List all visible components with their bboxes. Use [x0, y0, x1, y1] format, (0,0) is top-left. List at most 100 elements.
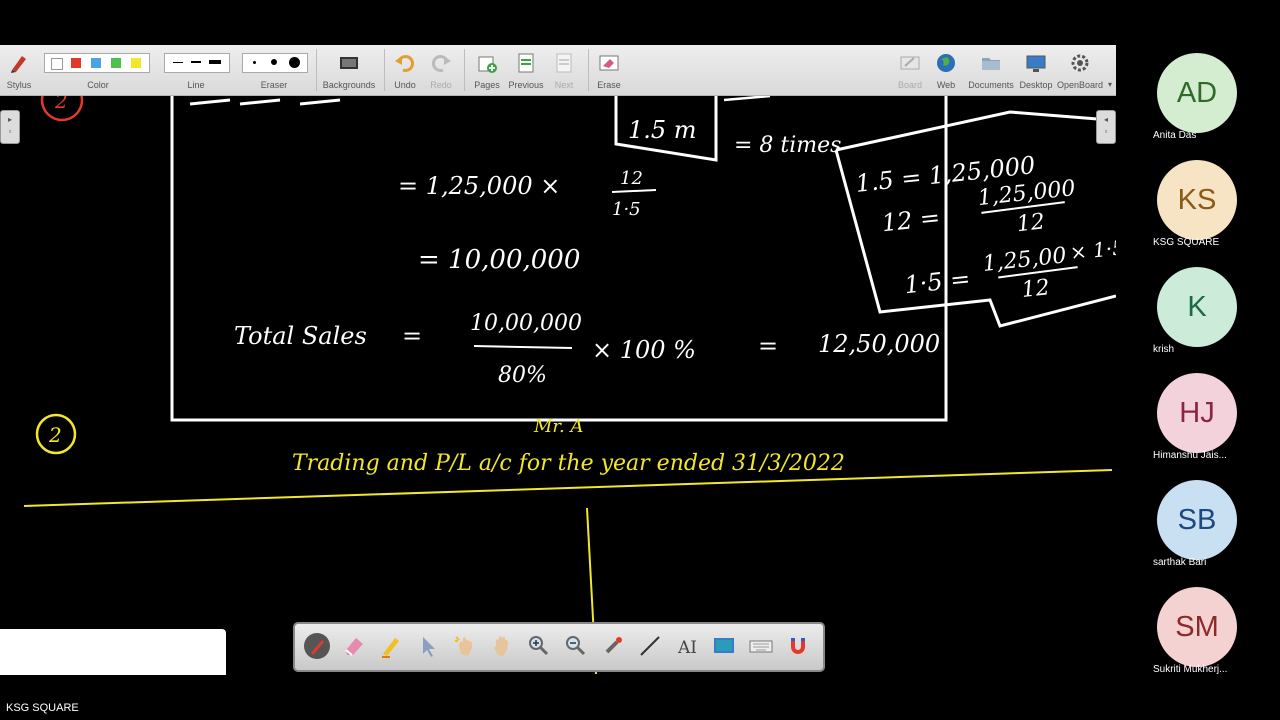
keyboard-icon: [749, 640, 773, 653]
zoom-in-button[interactable]: [525, 632, 553, 660]
highlighter-tool-button[interactable]: [377, 632, 405, 660]
line-medium[interactable]: [191, 61, 201, 63]
eraser-tool-button[interactable]: [340, 632, 368, 660]
openboard-menu-button[interactable]: OpenBoard: [1056, 45, 1104, 95]
color-picker[interactable]: Color: [42, 45, 154, 95]
eraser-options: [242, 53, 308, 73]
web-label: Web: [936, 80, 956, 90]
participant-tile[interactable]: SB sarthak Bari: [1150, 480, 1260, 568]
undo-button[interactable]: Undo: [390, 45, 420, 95]
line-options: [164, 53, 230, 73]
keyboard-button[interactable]: [747, 632, 775, 660]
laser-pointer-icon: [605, 637, 622, 654]
trading-title: Trading and P/L a/c for the year ended 3…: [292, 451, 845, 476]
total-sales-mult: × 100 %: [592, 336, 696, 364]
redo-button[interactable]: Redo: [426, 45, 456, 95]
laser-pointer-button[interactable]: [599, 632, 627, 660]
participant-tile[interactable]: KS KSG SQUARE: [1150, 160, 1260, 248]
svg-text:AI: AI: [677, 638, 697, 658]
swatch-blue[interactable]: [91, 58, 101, 68]
avatar: AD: [1157, 53, 1237, 133]
next-page-button[interactable]: Next: [549, 45, 579, 95]
eraser-large[interactable]: [289, 57, 300, 68]
equation-1-bar: [611, 189, 657, 193]
participant-tile[interactable]: K krish: [1150, 267, 1260, 355]
zoom-out-button[interactable]: [562, 632, 590, 660]
participant-tile[interactable]: SM Sukriti Mukherj...: [1150, 587, 1260, 675]
pages-label: Pages: [474, 80, 500, 90]
participant-name: KSG SQUARE: [1153, 237, 1220, 248]
pen-icon: [304, 633, 330, 659]
eraser-size-picker[interactable]: Eraser: [240, 45, 308, 95]
eight-times-text: = 8 times: [734, 133, 841, 158]
magic-hand-icon: [455, 636, 473, 656]
undo-icon: [395, 54, 415, 72]
backgrounds-button[interactable]: Backgrounds: [322, 45, 376, 95]
pages-button[interactable]: Pages: [472, 45, 502, 95]
participant-tile[interactable]: HJ Himanshu Jais...: [1150, 373, 1260, 461]
line-thin[interactable]: [173, 62, 183, 63]
line-icon: [640, 636, 660, 656]
stylus-icon: [11, 56, 26, 73]
highlighter-icon: [382, 638, 399, 658]
text-tool-button[interactable]: AI: [673, 632, 701, 660]
total-sales-den: 80%: [498, 363, 547, 388]
total-sales-num: 10,00,000: [470, 311, 582, 336]
board-label: Board: [897, 80, 923, 90]
zoom-out-icon: [566, 636, 586, 656]
swatch-yellow[interactable]: [131, 58, 141, 68]
desktop-button[interactable]: Desktop: [1019, 45, 1053, 95]
participant-name: Anita Das: [1153, 130, 1197, 141]
separator: [316, 49, 317, 91]
eraser-small[interactable]: [253, 61, 256, 64]
left-panel-toggle[interactable]: ▸ ▫: [0, 110, 20, 144]
snap-tool-button[interactable]: [784, 632, 812, 660]
swatch-green[interactable]: [111, 58, 121, 68]
interact-tool-button[interactable]: [451, 632, 479, 660]
documents-button[interactable]: Documents: [966, 45, 1016, 95]
erase-all-button[interactable]: Erase: [594, 45, 624, 95]
hand-icon: [494, 636, 508, 656]
participant-tile[interactable]: AD Anita Das: [1150, 53, 1260, 141]
selector-tool-button[interactable]: [414, 632, 442, 660]
separator: [588, 49, 589, 91]
capture-tool-button[interactable]: [710, 632, 738, 660]
line-width-picker[interactable]: Line: [162, 45, 230, 95]
line-thick[interactable]: [209, 60, 221, 64]
hand-tool-button[interactable]: [488, 632, 516, 660]
whiteboard-canvas[interactable]: 2 1.5 m = 8 times = 1,25,000 × 12 1·5 = …: [0, 0, 1116, 720]
pen-tool-button[interactable]: [303, 632, 331, 660]
previous-page-icon: [518, 53, 534, 73]
erase-label: Erase: [597, 80, 621, 90]
stylus-button[interactable]: Stylus: [4, 45, 34, 95]
line-label: Line: [187, 80, 205, 90]
text-icon: AI: [677, 638, 697, 658]
top-toolbar: Stylus Color Line Eraser Backgrounds Und…: [0, 45, 1116, 96]
self-video-panel: [0, 629, 226, 675]
avatar: KS: [1157, 160, 1237, 240]
board-mode-button[interactable]: Board: [894, 45, 926, 95]
swatch-white[interactable]: [51, 58, 63, 70]
total-sales-label: Total Sales: [234, 322, 367, 350]
swatch-red[interactable]: [71, 58, 81, 68]
eraser-medium[interactable]: [271, 59, 277, 65]
documents-label: Documents: [968, 80, 1014, 90]
side-calc-line3-mult: × 1·5: [1069, 235, 1116, 265]
zoom-in-icon: [529, 636, 549, 656]
right-panel-toggle[interactable]: ◂ ▫: [1096, 110, 1116, 144]
previous-page-button[interactable]: Previous: [508, 45, 544, 95]
participant-name: sarthak Bari: [1153, 557, 1207, 568]
participant-name: krish: [1153, 344, 1175, 355]
board-icon: [900, 56, 920, 70]
total-sales-eq2: =: [758, 332, 778, 360]
boxed-fraction-den: 1.5 m: [628, 116, 697, 144]
chevron-down-icon[interactable]: ▾: [1108, 80, 1112, 89]
line-tool-button[interactable]: [636, 632, 664, 660]
globe-icon: [937, 54, 955, 72]
web-button[interactable]: Web: [931, 45, 961, 95]
total-sales-bar: [473, 345, 573, 349]
equation-2: = 10,00,000: [418, 245, 580, 275]
chevron-left-icon: ◂ ▫: [1103, 115, 1108, 136]
side-calc-line2-lhs: 12 =: [880, 203, 941, 237]
side-calc-line3-den: 12: [1020, 275, 1050, 303]
